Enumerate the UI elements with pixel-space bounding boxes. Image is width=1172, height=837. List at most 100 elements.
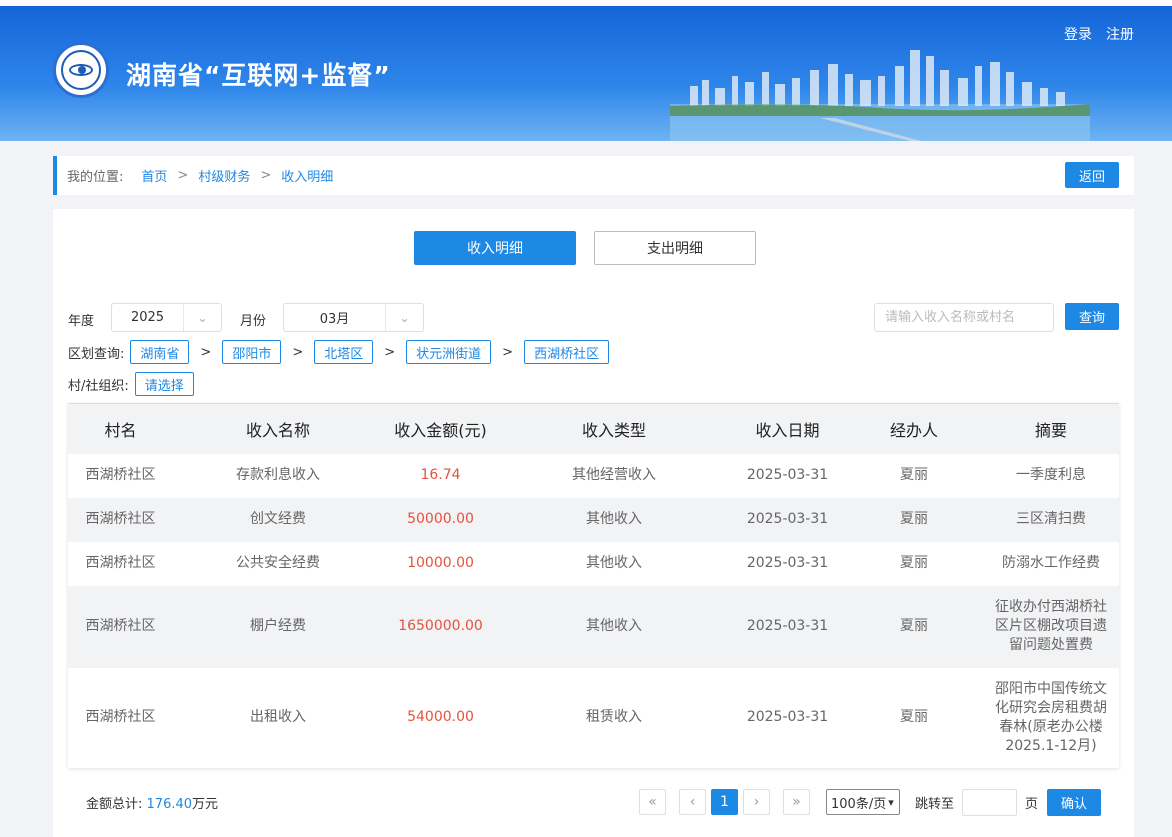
- table-row[interactable]: 西湖桥社区 存款利息收入 16.74 其他经营收入 2025-03-31 夏丽 …: [68, 453, 1119, 498]
- page-size-select[interactable]: 100条/页 ▾: [826, 789, 900, 815]
- register-link[interactable]: 注册: [1106, 24, 1134, 44]
- cell-handler: 夏丽: [845, 541, 983, 586]
- table-row[interactable]: 西湖桥社区 公共安全经费 10000.00 其他收入 2025-03-31 夏丽…: [68, 541, 1119, 586]
- col-income-amount[interactable]: 收入金额(元): [383, 403, 498, 454]
- cell-date: 2025-03-31: [730, 453, 845, 498]
- breadcrumb: 我的位置: 首页 > 村级财务 > 收入明细 返回: [53, 156, 1134, 195]
- table-header-row: 村名 收入名称 收入金额(元) 收入类型 收入日期 经办人 摘要: [68, 403, 1119, 454]
- region-district[interactable]: 北塔区: [314, 340, 374, 364]
- prev-page-icon[interactable]: ‹: [679, 789, 706, 815]
- query-button[interactable]: 查询: [1065, 303, 1119, 330]
- cell-date: 2025-03-31: [730, 585, 845, 668]
- cell-handler: 夏丽: [845, 585, 983, 668]
- breadcrumb-home[interactable]: 首页: [141, 166, 167, 185]
- cell-amount: 10000.00: [383, 541, 498, 586]
- first-page-icon[interactable]: «: [639, 789, 666, 815]
- breadcrumb-separator: >: [260, 168, 272, 183]
- tab-income-detail[interactable]: 收入明细: [414, 231, 576, 265]
- cell-amount: 1650000.00: [383, 585, 498, 668]
- main-panel: 收入明细 支出明细 年度 2025 ⌄ 月份 03月 ⌄ 查询 区划查询: 湖南…: [53, 209, 1134, 837]
- cell-summary: 征收办付西湖桥社区片区棚改项目遗留问题处置费: [983, 585, 1119, 668]
- cell-amount: 54000.00: [383, 667, 498, 768]
- year-select[interactable]: 2025 ⌄: [111, 303, 222, 332]
- cell-type: 其他经营收入: [498, 453, 730, 498]
- next-page-icon[interactable]: ›: [743, 789, 770, 815]
- org-label: 村/社组织:: [68, 378, 129, 394]
- pagination: « ‹ 1 › »: [639, 789, 810, 815]
- cell-village: 西湖桥社区: [68, 453, 173, 498]
- cell-type: 其他收入: [498, 497, 730, 542]
- region-community[interactable]: 西湖桥社区: [524, 340, 610, 364]
- page-size-value: 100条/页: [831, 796, 887, 812]
- cell-type: 租赁收入: [498, 667, 730, 768]
- col-village[interactable]: 村名: [68, 403, 173, 454]
- cell-income-name: 创文经费: [173, 497, 383, 542]
- site-logo: [53, 42, 109, 98]
- chevron-down-icon: ▾: [888, 795, 894, 809]
- cell-type: 其他收入: [498, 541, 730, 586]
- cell-summary: 邵阳市中国传统文化研究会房租费胡春林(原老办公楼2025.1-12月): [983, 667, 1119, 768]
- region-separator: >: [384, 344, 396, 360]
- login-link[interactable]: 登录: [1064, 24, 1092, 44]
- region-filter: 区划查询: 湖南省 > 邵阳市 > 北塔区 > 状元洲街道 > 西湖桥社区: [68, 340, 610, 364]
- cell-income-name: 棚户经费: [173, 585, 383, 668]
- chevron-down-icon: ⌄: [385, 304, 423, 331]
- region-province[interactable]: 湖南省: [130, 340, 190, 364]
- cell-amount: 16.74: [383, 453, 498, 498]
- region-separator: >: [502, 344, 514, 360]
- cell-type: 其他收入: [498, 585, 730, 668]
- region-city[interactable]: 邵阳市: [222, 340, 282, 364]
- cell-amount: 50000.00: [383, 497, 498, 542]
- jump-label: 跳转至: [915, 797, 955, 812]
- cell-income-name: 出租收入: [173, 667, 383, 768]
- cell-income-name: 存款利息收入: [173, 453, 383, 498]
- total-amount: 金额总计: 176.40万元: [86, 793, 218, 812]
- confirm-button[interactable]: 确认: [1047, 789, 1101, 816]
- total-unit: 万元: [192, 797, 219, 812]
- cell-handler: 夏丽: [845, 453, 983, 498]
- region-street[interactable]: 状元洲街道: [406, 340, 492, 364]
- site-header: 湖南省“互联网+监督” 登录 注册: [0, 6, 1172, 141]
- year-value: 2025: [130, 310, 165, 325]
- year-label: 年度: [68, 314, 95, 329]
- cell-summary: 一季度利息: [983, 453, 1119, 498]
- breadcrumb-village-finance[interactable]: 村级财务: [198, 166, 250, 185]
- jump-page-input[interactable]: [962, 789, 1017, 816]
- cell-income-name: 公共安全经费: [173, 541, 383, 586]
- col-income-date[interactable]: 收入日期: [730, 403, 845, 454]
- org-filter: 村/社组织: 请选择: [68, 372, 194, 396]
- col-summary[interactable]: 摘要: [983, 403, 1119, 454]
- city-skyline-image: [670, 50, 1090, 141]
- cell-village: 西湖桥社区: [68, 541, 173, 586]
- cell-date: 2025-03-31: [730, 667, 845, 768]
- back-button[interactable]: 返回: [1065, 162, 1119, 188]
- table-row[interactable]: 西湖桥社区 棚户经费 1650000.00 其他收入 2025-03-31 夏丽…: [68, 585, 1119, 668]
- month-value: 03月: [319, 312, 350, 327]
- cell-summary: 防溺水工作经费: [983, 541, 1119, 586]
- cell-handler: 夏丽: [845, 497, 983, 542]
- income-table: 村名 收入名称 收入金额(元) 收入类型 收入日期 经办人 摘要 西湖桥社区 存…: [68, 403, 1119, 768]
- page-label: 页: [1025, 797, 1039, 812]
- table-row[interactable]: 西湖桥社区 创文经费 50000.00 其他收入 2025-03-31 夏丽 三…: [68, 497, 1119, 542]
- col-income-name[interactable]: 收入名称: [173, 403, 383, 454]
- breadcrumb-label: 我的位置:: [67, 170, 124, 185]
- region-separator: >: [292, 344, 304, 360]
- breadcrumb-income-detail[interactable]: 收入明细: [281, 166, 333, 185]
- auth-links: 登录 注册: [1064, 24, 1134, 44]
- tab-expense-detail[interactable]: 支出明细: [594, 231, 756, 265]
- cell-date: 2025-03-31: [730, 497, 845, 542]
- page-1-button[interactable]: 1: [711, 789, 738, 815]
- region-label: 区划查询:: [68, 346, 125, 362]
- org-select-button[interactable]: 请选择: [134, 372, 194, 396]
- col-handler[interactable]: 经办人: [845, 403, 983, 454]
- chevron-down-icon: ⌄: [183, 304, 221, 331]
- table-row[interactable]: 西湖桥社区 出租收入 54000.00 租赁收入 2025-03-31 夏丽 邵…: [68, 667, 1119, 768]
- cell-date: 2025-03-31: [730, 541, 845, 586]
- cell-village: 西湖桥社区: [68, 497, 173, 542]
- search-input[interactable]: [874, 303, 1054, 332]
- last-page-icon[interactable]: »: [783, 789, 810, 815]
- month-select[interactable]: 03月 ⌄: [283, 303, 424, 332]
- region-separator: >: [200, 344, 212, 360]
- breadcrumb-separator: >: [177, 168, 189, 183]
- col-income-type[interactable]: 收入类型: [498, 403, 730, 454]
